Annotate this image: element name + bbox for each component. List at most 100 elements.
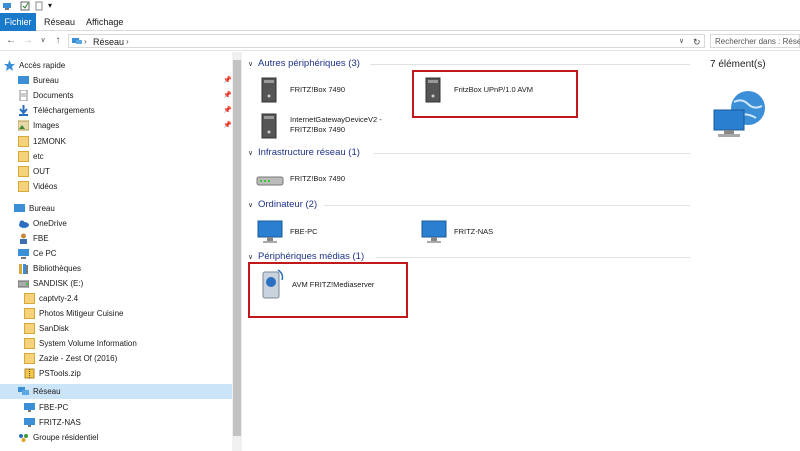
tab-affichage[interactable]: Affichage — [78, 13, 131, 31]
sidebar-item-documents[interactable]: Documents — [18, 88, 230, 103]
collapse-chevron-icon[interactable]: ∨ — [248, 199, 258, 213]
sidebar-item-acces-rapide[interactable]: Accès rapide — [4, 58, 230, 73]
folder-icon — [24, 338, 35, 349]
customize-toolbar-icon[interactable]: ▾ — [48, 1, 58, 11]
images-icon — [17, 120, 30, 131]
pin-icon[interactable]: 📌 — [223, 121, 232, 129]
recent-locations-chevron-icon[interactable]: ∨ — [37, 34, 49, 47]
up-arrow-icon[interactable]: ↑ — [52, 34, 64, 47]
sidebar-item-ce-pc[interactable]: Ce PC — [18, 246, 230, 261]
sidebar-item-zazie[interactable]: Zazie - Zest Of (2016) — [24, 351, 230, 366]
cloud-icon — [18, 218, 29, 229]
back-arrow-icon[interactable]: ← — [5, 34, 17, 47]
sidebar-item-sandisk-folder[interactable]: SanDisk — [24, 321, 230, 336]
zip-icon — [24, 368, 35, 379]
download-icon — [18, 105, 29, 116]
sidebar-item-sandisk-drive[interactable]: SANDISK (E:) — [17, 276, 230, 291]
collapse-chevron-icon[interactable]: ∨ — [248, 147, 258, 161]
group-header-ordinateur[interactable]: ∨ Ordinateur (2) — [248, 198, 317, 212]
tab-fichier[interactable]: Fichier — [0, 13, 36, 31]
device-fritzbox-7490[interactable]: FRITZ!Box 7490 — [256, 76, 406, 104]
server-icon — [256, 76, 284, 104]
folder-icon — [18, 136, 29, 147]
sidebar-item-fbe[interactable]: FBE — [18, 231, 230, 246]
forward-arrow-icon[interactable]: → — [22, 34, 34, 47]
network-location-icon — [72, 37, 82, 46]
sidebar-item-system-volume[interactable]: System Volume Information — [24, 336, 230, 351]
search-input[interactable]: Rechercher dans : Réseau — [710, 34, 800, 48]
address-bar-row: ← → ∨ ↑ › Réseau › ∨ ↻ Rechercher dans :… — [0, 31, 800, 51]
device-internet-gateway[interactable]: InternetGatewayDeviceV2 - FRITZ!Box 7490 — [256, 112, 406, 140]
network-app-icon — [2, 1, 12, 11]
sidebar-item-groupe-residentiel[interactable]: Groupe résidentiel — [18, 430, 230, 445]
folder-icon — [18, 181, 29, 192]
network-globe-icon — [712, 88, 770, 140]
group-divider — [324, 205, 690, 206]
group-divider — [376, 257, 690, 258]
router-icon — [256, 165, 284, 193]
tab-reseau[interactable]: Réseau — [36, 13, 83, 31]
breadcrumb-chevron-icon[interactable]: › — [84, 36, 87, 48]
sidebar-item-bureau-root[interactable]: Bureau — [14, 201, 230, 216]
sidebar-item-reseau[interactable]: Réseau — [0, 384, 232, 399]
group-header-infrastructure[interactable]: ∨ Infrastructure réseau (1) — [248, 146, 360, 160]
properties-icon[interactable] — [20, 1, 30, 11]
sidebar-item-bibliotheques[interactable]: Bibliothèques — [18, 261, 230, 276]
sidebar-item-12monk[interactable]: 12MONK — [18, 134, 230, 149]
homegroup-icon — [18, 432, 29, 443]
folder-icon — [24, 353, 35, 364]
search-placeholder: Rechercher dans : Réseau — [715, 37, 800, 46]
folder-icon — [24, 323, 35, 334]
sidebar-item-etc[interactable]: etc — [18, 149, 230, 164]
group-divider — [374, 153, 690, 154]
monitor-icon — [24, 417, 35, 428]
pin-icon[interactable]: 📌 — [223, 76, 232, 84]
breadcrumb-chevron-icon[interactable]: › — [126, 36, 129, 48]
sidebar-item-fbe-pc[interactable]: FBE-PC — [24, 400, 230, 415]
drive-icon — [17, 278, 30, 289]
device-router-fritzbox[interactable]: FRITZ!Box 7490 — [256, 165, 406, 193]
folder-icon — [24, 308, 35, 319]
item-count: 7 élément(s) — [710, 59, 766, 70]
sidebar-item-bureau[interactable]: Bureau — [18, 73, 230, 88]
sidebar-item-videos[interactable]: Vidéos — [18, 179, 230, 194]
sidebar-item-telechargements[interactable]: Téléchargements — [18, 103, 230, 118]
pin-icon[interactable]: 📌 — [223, 106, 232, 114]
star-icon — [4, 60, 15, 71]
network-icon — [18, 386, 29, 397]
collapse-chevron-icon[interactable]: ∨ — [248, 58, 258, 72]
content-area: ∨ Autres périphériques (3) FRITZ!Box 7490… — [244, 52, 692, 451]
folder-icon — [18, 166, 29, 177]
computer-fritz-nas[interactable]: FRITZ-NAS — [420, 218, 570, 246]
monitor-icon — [256, 218, 284, 246]
breadcrumb-reseau[interactable]: Réseau — [93, 36, 124, 48]
monitor-icon — [420, 218, 448, 246]
address-dropdown-icon[interactable]: ∨ — [679, 36, 684, 48]
refresh-icon[interactable]: ↻ — [693, 36, 701, 48]
folder-icon — [18, 151, 29, 162]
scrollbar-thumb[interactable] — [233, 60, 241, 436]
pin-icon[interactable]: 📌 — [223, 91, 232, 99]
sidebar-item-fritz-nas[interactable]: FRITZ-NAS — [24, 415, 230, 430]
sidebar-item-out[interactable]: OUT — [18, 164, 230, 179]
sidebar-item-onedrive[interactable]: OneDrive — [18, 216, 230, 231]
navigation-pane: Accès rapide Bureau Documents Télécharge… — [0, 52, 232, 451]
user-icon — [18, 233, 29, 244]
computer-fbe-pc[interactable]: FBE-PC — [256, 218, 406, 246]
group-header-autres[interactable]: ∨ Autres périphériques (3) — [248, 57, 360, 71]
sidebar-item-photos-mitigeur[interactable]: Photos Mitigeur Cuisine — [24, 306, 230, 321]
sidebar-item-images[interactable]: Images — [17, 118, 230, 133]
server-icon — [256, 112, 284, 140]
new-folder-icon[interactable] — [34, 1, 44, 11]
desktop-icon — [14, 203, 25, 214]
desktop-icon — [18, 75, 29, 86]
nav-pane-scrollbar[interactable] — [232, 52, 242, 451]
sidebar-item-pstools[interactable]: PSTools.zip — [24, 366, 230, 381]
ribbon-tabs: Fichier Réseau Affichage — [0, 13, 800, 31]
highlight-box — [412, 70, 578, 118]
sidebar-item-captvty[interactable]: captvty-2.4 — [24, 291, 230, 306]
folder-icon — [24, 293, 35, 304]
documents-icon — [18, 89, 29, 102]
address-input[interactable]: › Réseau › ∨ ↻ — [68, 34, 705, 48]
title-bar: ▾ — [0, 0, 800, 13]
